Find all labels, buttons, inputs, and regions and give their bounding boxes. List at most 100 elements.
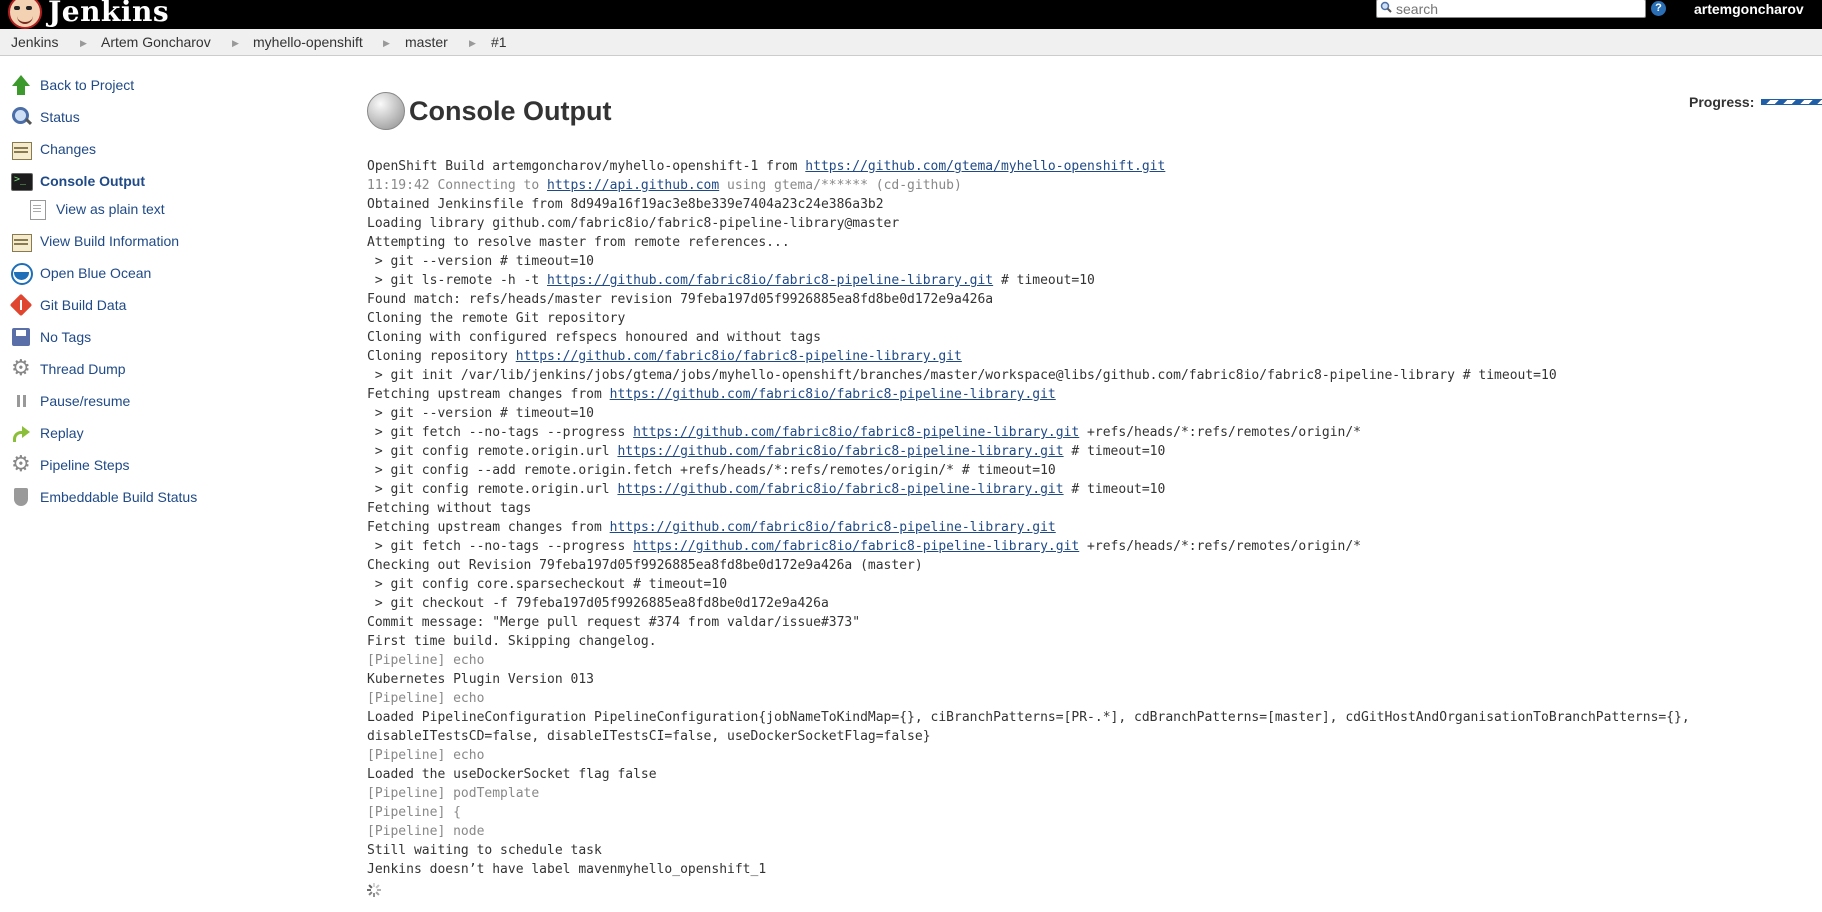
breadcrumb-separator-icon[interactable]: ▶ [80,38,87,49]
console-line: > git --version # timeout=10 [367,252,1807,271]
sidebar-item-label[interactable]: Changes [40,141,96,157]
console-line: > git --version # timeout=10 [367,404,1807,423]
breadcrumb-separator-icon[interactable]: ▶ [232,38,239,49]
console-line: Fetching upstream changes from https://g… [367,518,1807,537]
sidebar-item-open-blue-ocean[interactable]: Open Blue Ocean [10,261,151,285]
console-link[interactable]: https://github.com/fabric8io/fabric8-pip… [617,444,1063,459]
console-link[interactable]: https://github.com/fabric8io/fabric8-pip… [610,387,1056,402]
console-line: [Pipeline] echo [367,746,1807,765]
loading-spinner-icon [367,883,381,897]
sidebar-item-label[interactable]: Thread Dump [40,361,126,377]
console-muted-text: using gtema/****** (cd-github) [719,178,962,193]
console-text: Kubernetes Plugin Version 013 [367,672,594,687]
sidebar-item-label[interactable]: Replay [40,425,84,441]
breadcrumb-item-build[interactable]: #1 [491,34,507,50]
breadcrumb-item-branch[interactable]: master [405,34,448,50]
console-link[interactable]: https://github.com/gtema/myhello-openshi… [805,159,1165,174]
sidebar-item-label[interactable]: Embeddable Build Status [40,489,197,505]
console-text: Cloning with configured refspecs honoure… [367,330,821,345]
console-text: > git config --add remote.origin.fetch +… [367,463,1056,478]
sidebar-item-pause-resume[interactable]: Pause/resume [10,389,130,413]
sidebar-item-view-as-plain-text[interactable]: View as plain text [26,197,165,221]
console-link[interactable]: https://github.com/fabric8io/fabric8-pip… [633,539,1079,554]
console-line: Jenkins doesn’t have label mavenmyhello_… [367,860,1807,879]
spinner-tick [368,884,373,889]
sidebar-item-git-build-data[interactable]: Git Build Data [10,293,126,317]
breadcrumb-separator-icon[interactable]: ▶ [469,38,476,49]
console-line: Commit message: "Merge pull request #374… [367,613,1807,632]
console-line: > git config remote.origin.url https://g… [367,442,1807,461]
spinner-tick [375,891,380,896]
jenkins-butler-icon [8,0,42,29]
console-muted-text: [Pipeline] echo [367,653,485,668]
console-line: Fetching upstream changes from https://g… [367,385,1807,404]
sidebar-item-replay[interactable]: Replay [10,421,84,445]
console-text: Loaded the useDockerSocket flag false [367,767,657,782]
console-text: Found match: refs/heads/master revision … [367,292,994,307]
breadcrumb-item-project[interactable]: myhello-openshift [253,34,363,50]
jenkins-logo[interactable]: Jenkins [8,0,169,29]
console-line: Loading library github.com/fabric8io/fab… [367,214,1807,233]
gear-icon [10,451,32,477]
console-line: > git fetch --no-tags --progress https:/… [367,423,1807,442]
sidebar-item-embeddable-build-status[interactable]: Embeddable Build Status [10,485,197,509]
breadcrumb-separator-icon[interactable]: ▶ [383,38,390,49]
breadcrumb-item-jenkins[interactable]: Jenkins [11,34,58,50]
sidebar-item-status[interactable]: Status [10,105,80,129]
console-text: Fetching upstream changes from [367,387,610,402]
console-line: > git checkout -f 79feba197d05f9926885ea… [367,594,1807,613]
sidebar-item-view-build-information[interactable]: View Build Information [10,229,179,253]
user-link[interactable]: artemgoncharov [1694,1,1804,17]
console-muted-text: [Pipeline] node [367,824,485,839]
top-header: Jenkins ? artemgoncharov [0,0,1822,29]
console-link[interactable]: https://github.com/fabric8io/fabric8-pip… [633,425,1079,440]
breadcrumb-item-user[interactable]: Artem Goncharov [101,34,211,50]
console-text: +refs/heads/*:refs/remotes/origin/* [1079,539,1361,554]
search-input[interactable] [1396,0,1641,17]
sidebar-item-back-to-project[interactable]: Back to Project [10,73,134,97]
sidebar-item-changes[interactable]: Changes [10,137,96,161]
help-icon[interactable]: ? [1651,1,1666,16]
sidebar-item-label[interactable]: View Build Information [40,233,179,249]
console-line: Obtained Jenkinsfile from 8d949a16f19ac3… [367,195,1807,214]
notepad-icon [10,230,32,252]
console-text: # timeout=10 [1063,482,1166,497]
search-icon [1380,1,1392,13]
sidebar-item-label[interactable]: Pause/resume [40,393,130,409]
spinner-tick [377,889,381,891]
console-line: [Pipeline] { [367,803,1807,822]
search-box[interactable] [1376,0,1646,18]
console-link[interactable]: https://api.github.com [547,178,719,193]
sidebar-item-label[interactable]: Git Build Data [40,297,126,313]
console-text: +refs/heads/*:refs/remotes/origin/* [1079,425,1361,440]
sidebar-item-label[interactable]: Back to Project [40,77,134,93]
console-text: Loading library github.com/fabric8io/fab… [367,216,900,231]
console-link[interactable]: https://github.com/fabric8io/fabric8-pip… [617,482,1063,497]
sidebar-item-label[interactable]: Pipeline Steps [40,457,130,473]
replay-icon [10,422,32,444]
sidebar-item-label[interactable]: View as plain text [56,201,165,217]
console-text: # timeout=10 [993,273,1095,288]
sidebar-item-label[interactable]: Open Blue Ocean [40,265,151,281]
sidebar-item-console-output[interactable]: Console Output [10,169,145,193]
console-text: > git --version # timeout=10 [367,254,594,269]
console-text: Cloning repository [367,349,516,364]
sidebar-item-thread-dump[interactable]: Thread Dump [10,355,126,381]
console-line: Loaded the useDockerSocket flag false [367,765,1807,784]
title-row: Console Output [367,86,611,136]
console-text: # timeout=10 [1063,444,1166,459]
console-line: disableITestsCD=false, disableITestsCI=f… [367,727,1807,746]
console-line: > git config core.sparsecheckout # timeo… [367,575,1807,594]
console-link[interactable]: https://github.com/fabric8io/fabric8-pip… [547,273,993,288]
console-muted-text: [Pipeline] podTemplate [367,786,540,801]
sidebar-item-label[interactable]: Console Output [40,173,145,189]
sidebar-item-label[interactable]: No Tags [40,329,91,345]
console-text: Cloning the remote Git repository [367,311,626,326]
sidebar-item-label[interactable]: Status [40,109,80,125]
up-arrow-icon [10,74,32,96]
console-link[interactable]: https://github.com/fabric8io/fabric8-pip… [516,349,962,364]
sidebar-item-pipeline-steps[interactable]: Pipeline Steps [10,451,130,477]
sidebar-item-no-tags[interactable]: No Tags [10,325,91,349]
console-link[interactable]: https://github.com/fabric8io/fabric8-pip… [610,520,1056,535]
console-text: Commit message: "Merge pull request #374… [367,615,861,630]
